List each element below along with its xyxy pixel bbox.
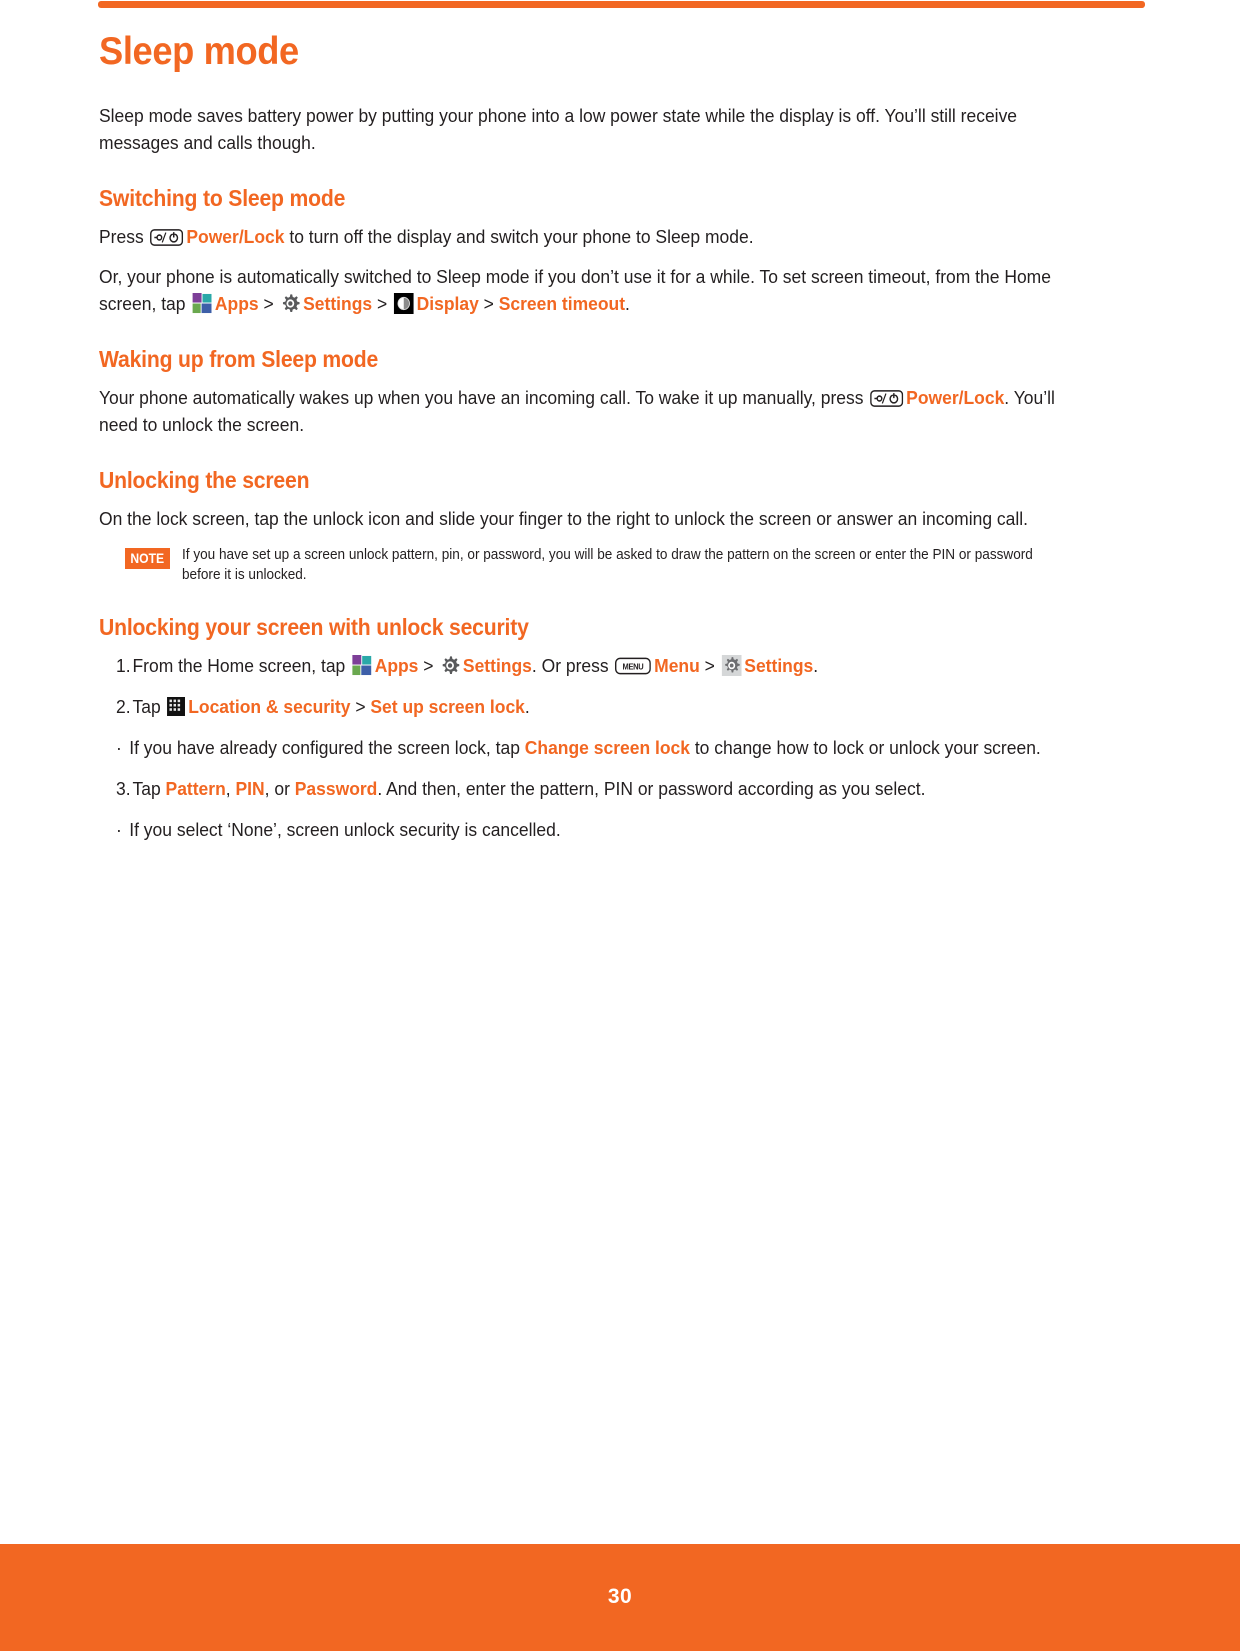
note-badge: NOTE bbox=[125, 548, 170, 569]
bullet-1-accent: Change screen lock bbox=[524, 737, 690, 758]
sep-1: > bbox=[258, 293, 279, 314]
steps-list: 1. From the Home screen, tap Apps > Setti… bbox=[99, 652, 1089, 843]
step-1-label-menu: Menu bbox=[654, 655, 700, 676]
step-3-accent-password: Password bbox=[294, 778, 378, 799]
path-label-settings: Settings bbox=[303, 293, 373, 314]
sep-3: > bbox=[478, 293, 499, 314]
step-1-label-settings-2: Settings bbox=[744, 655, 814, 676]
press-power-after: to turn off the display and switch your … bbox=[284, 226, 754, 247]
settings-gear-grey-icon bbox=[721, 655, 742, 676]
step-3-tail: . And then, enter the pattern, PIN or pa… bbox=[377, 778, 926, 799]
step-3-number: 3. bbox=[116, 778, 131, 799]
bullet-dot-icon: · bbox=[116, 737, 122, 758]
power-lock-accent: Power/Lock bbox=[906, 387, 1005, 408]
page-content: Sleep mode Sleep mode saves battery powe… bbox=[99, 30, 1089, 857]
note-block: NOTE If you have set up a screen unlock … bbox=[125, 546, 1115, 585]
step-3-sep-2: , or bbox=[264, 778, 295, 799]
apps-grid-icon bbox=[192, 293, 212, 314]
path-label-apps: Apps bbox=[214, 293, 259, 314]
bullet-2-text: If you select ‘None’, screen unlock secu… bbox=[129, 819, 561, 840]
list-item-bullet-none-option: · If you select ‘None’, screen unlock sec… bbox=[99, 816, 1112, 843]
display-brightness-icon bbox=[393, 293, 414, 314]
sep-2: > bbox=[372, 293, 393, 314]
top-orange-rule bbox=[98, 1, 1145, 8]
step-1-label-apps: Apps bbox=[374, 655, 419, 676]
path-label-screen-timeout: Screen timeout bbox=[498, 293, 626, 314]
wake-up-before: Your phone automatically wakes up when y… bbox=[99, 387, 869, 408]
step-1-number: 1. bbox=[116, 655, 131, 676]
step-1-tail: . bbox=[813, 655, 819, 676]
step-3-sep-1: , bbox=[225, 778, 236, 799]
step-2-label-location-security: Location & security bbox=[188, 696, 351, 717]
step-1-lead: From the Home screen, tap bbox=[132, 655, 351, 676]
apps-grid-icon bbox=[352, 655, 372, 676]
paragraph-press-power: Press Power/Lock to turn off the display… bbox=[99, 223, 1081, 250]
page-number: 30 bbox=[607, 1585, 633, 1608]
menu-key-icon: MENU bbox=[615, 657, 652, 675]
step-3-accent-pin: PIN bbox=[235, 778, 265, 799]
power-lock-accent: Power/Lock bbox=[186, 226, 285, 247]
list-item-step-3: 3. Tap Pattern, PIN, or Password. And the… bbox=[99, 775, 1098, 802]
paragraph-wake-up: Your phone automatically wakes up when y… bbox=[99, 384, 1081, 438]
bullet-1-after: to change how to lock or unlock your scr… bbox=[689, 737, 1041, 758]
step-3-accent-pattern: Pattern bbox=[165, 778, 226, 799]
paragraph-lock-screen-slide: On the lock screen, tap the unlock icon … bbox=[99, 508, 1029, 529]
section-heading-unlock-security: Unlocking your screen with unlock securi… bbox=[99, 614, 529, 640]
step-2-label-set-up-screen-lock: Set up screen lock bbox=[370, 696, 525, 717]
section-heading-unlocking-screen: Unlocking the screen bbox=[99, 467, 310, 493]
step-2-number: 2. bbox=[116, 696, 131, 717]
path-label-display: Display bbox=[416, 293, 479, 314]
svg-text:MENU: MENU bbox=[623, 662, 644, 671]
settings-gear-icon bbox=[440, 655, 460, 676]
auto-sleep-tail: . bbox=[625, 293, 630, 314]
step-3-lead: Tap bbox=[132, 778, 166, 799]
section-heading-switching: Switching to Sleep mode bbox=[99, 185, 346, 211]
step-1-mid: . Or press bbox=[531, 655, 614, 676]
list-item-step-2: 2. Tap Location & security > Set up scre… bbox=[99, 693, 1098, 720]
list-item-bullet-change-screen-lock: · If you have already configured the scre… bbox=[99, 734, 1112, 761]
power-lock-key-icon bbox=[870, 390, 904, 407]
step-1-sep-2: > bbox=[699, 655, 720, 676]
paragraph-auto-sleep: Or, your phone is automatically switched… bbox=[99, 263, 1081, 317]
bullet-1-before: If you have already configured the scree… bbox=[129, 737, 525, 758]
bullet-dot-icon: · bbox=[116, 819, 122, 840]
power-lock-key-icon bbox=[150, 229, 184, 246]
note-text: If you have set up a screen unlock patte… bbox=[181, 547, 1033, 583]
settings-gear-icon bbox=[280, 293, 300, 314]
location-security-icon bbox=[167, 697, 186, 716]
step-2-sep-1: > bbox=[350, 696, 371, 717]
step-1-label-settings: Settings bbox=[462, 655, 532, 676]
list-item-step-1: 1. From the Home screen, tap Apps > Setti… bbox=[99, 652, 1098, 679]
page-title: Sleep mode bbox=[99, 30, 299, 73]
step-1-sep-1: > bbox=[418, 655, 439, 676]
section-heading-waking-up: Waking up from Sleep mode bbox=[99, 346, 379, 372]
intro-paragraph: Sleep mode saves battery power by puttin… bbox=[99, 105, 1018, 153]
press-power-before: Press bbox=[99, 226, 149, 247]
step-2-tail: . bbox=[524, 696, 530, 717]
step-2-lead: Tap bbox=[132, 696, 166, 717]
